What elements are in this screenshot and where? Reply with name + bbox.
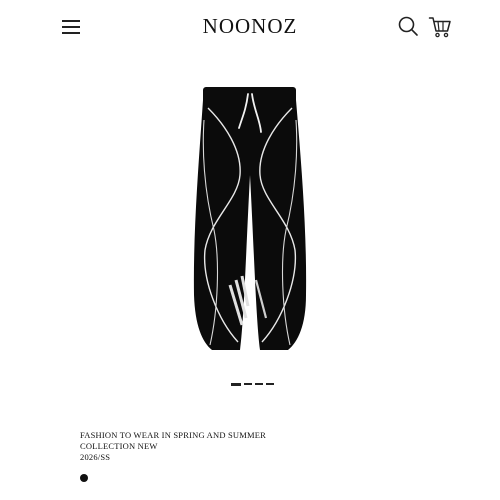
search-button[interactable] — [397, 15, 421, 39]
pagination-dot[interactable] — [266, 383, 274, 385]
site-header: NOONOZ — [0, 0, 500, 56]
search-icon — [398, 16, 418, 36]
pagination-dot[interactable] — [244, 383, 252, 385]
track-pants-illustration — [193, 87, 307, 350]
pagination-dot[interactable] — [255, 383, 263, 385]
cart-button[interactable] — [428, 15, 452, 39]
product-image[interactable] — [190, 80, 310, 360]
description-line: COLLECTION NEW — [80, 441, 158, 451]
hamburger-line — [62, 26, 80, 28]
hamburger-line — [62, 32, 80, 34]
hamburger-line — [62, 20, 80, 22]
gallery-pagination — [231, 383, 274, 386]
shopping-cart-icon — [428, 17, 451, 38]
description-line: 2026/SS — [80, 452, 111, 462]
color-swatch[interactable] — [80, 474, 88, 482]
pagination-dot[interactable] — [231, 383, 241, 386]
product-description: FASHION TO WEAR IN SPRING AND SUMMER COL… — [80, 430, 266, 463]
menu-button[interactable] — [62, 18, 82, 36]
description-line: FASHION TO WEAR IN SPRING AND SUMMER — [80, 430, 267, 440]
